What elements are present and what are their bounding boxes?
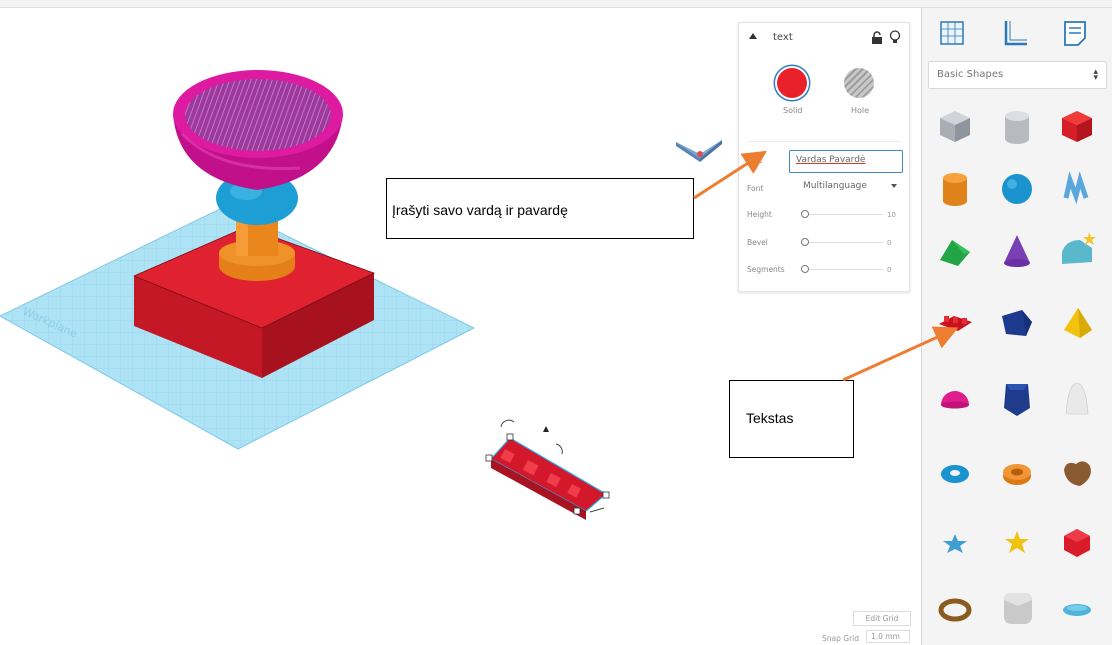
inspector-title: text	[773, 32, 793, 43]
cylinder-shape[interactable]	[934, 168, 976, 210]
chevron-down-icon	[891, 184, 897, 188]
top-toolbar-strip	[0, 0, 1112, 8]
bevel-value: 0	[887, 239, 892, 247]
font-select[interactable]: Multilanguage	[803, 181, 901, 191]
text-shape-callout: Tekstas	[729, 380, 854, 458]
solid-color-swatch[interactable]	[777, 68, 807, 98]
box-shape[interactable]	[1056, 106, 1098, 148]
segments-slider[interactable]	[801, 265, 883, 273]
roof-shape[interactable]	[934, 230, 976, 272]
divider	[747, 141, 901, 142]
3d-viewport[interactable]: Workplane text Solid Hole Text Vardas Pa…	[0, 8, 920, 645]
half-sphere-shape[interactable]	[934, 378, 976, 420]
edit-grid-button[interactable]: Edit Grid	[853, 611, 911, 626]
torus-shape[interactable]	[934, 452, 976, 494]
bevel-label: Bevel	[747, 238, 768, 247]
selected-text-object[interactable]	[485, 419, 610, 520]
heart-shape[interactable]	[1056, 452, 1098, 494]
rounded-box-shape[interactable]	[996, 588, 1038, 630]
hole-swatch[interactable]	[844, 68, 874, 98]
paraboloid-shape[interactable]	[1056, 378, 1098, 420]
height-slider[interactable]	[801, 210, 883, 218]
star-blue-shape[interactable]	[934, 522, 976, 564]
text-label: Text	[747, 156, 763, 165]
view-cube-icon[interactable]	[676, 140, 722, 162]
slider-knob[interactable]	[801, 265, 809, 273]
font-label: Font	[747, 184, 764, 193]
updown-icon: ▴ ▾	[1093, 67, 1098, 83]
hexagonal-prism-shape[interactable]	[996, 378, 1038, 420]
height-value: 10	[887, 211, 896, 219]
hole-label: Hole	[851, 106, 870, 115]
lock-icon[interactable]	[871, 31, 883, 45]
font-value: Multilanguage	[803, 181, 867, 191]
scribble-shape[interactable]	[1056, 168, 1098, 210]
height-label: Height	[747, 210, 772, 219]
solid-label: Solid	[783, 106, 803, 115]
workplane-grid-icon[interactable]	[937, 18, 967, 48]
polygon-shape[interactable]	[996, 302, 1038, 344]
snap-grid-label: Snap Grid	[822, 634, 859, 643]
slider-knob[interactable]	[801, 210, 809, 218]
bevel-slider[interactable]	[801, 238, 883, 246]
cone-shape[interactable]	[996, 230, 1038, 272]
notes-icon[interactable]	[1060, 18, 1090, 48]
segments-label: Segments	[747, 265, 785, 274]
pyramid-shape[interactable]	[1056, 302, 1098, 344]
shape-category-value: Basic Shapes	[937, 69, 1004, 80]
shapes-library-panel: Basic Shapes ▴ ▾	[921, 8, 1112, 645]
snap-grid-select[interactable]: 1.0 mm	[866, 630, 910, 643]
text-shape[interactable]	[934, 302, 976, 344]
icosahedron-shape[interactable]	[1056, 522, 1098, 564]
text-input[interactable]: Vardas Pavardė	[789, 150, 903, 173]
lightbulb-icon[interactable]	[889, 30, 901, 45]
slider-knob[interactable]	[801, 238, 809, 246]
magenta-bowl[interactable]	[173, 70, 343, 190]
segments-value: 0	[887, 266, 892, 274]
collapse-icon[interactable]	[749, 33, 757, 39]
ruler-icon[interactable]	[1000, 18, 1030, 48]
shape-inspector-panel: text Solid Hole Text Vardas Pavardė Font…	[738, 22, 910, 292]
shape-category-select[interactable]: Basic Shapes ▴ ▾	[928, 61, 1107, 89]
cylinder-hole-shape[interactable]	[996, 106, 1038, 148]
inspector-header[interactable]: text	[739, 23, 909, 53]
round-roof-shape[interactable]	[1056, 230, 1098, 272]
star-yellow-shape[interactable]	[996, 522, 1038, 564]
lens-shape[interactable]	[1056, 588, 1098, 630]
name-instruction-callout: Įrašyti savo vardą ir pavardę	[386, 178, 694, 239]
sphere-shape[interactable]	[996, 168, 1038, 210]
tube-shape[interactable]	[996, 452, 1038, 494]
box-hole-shape[interactable]	[934, 106, 976, 148]
ring-shape[interactable]	[934, 588, 976, 630]
